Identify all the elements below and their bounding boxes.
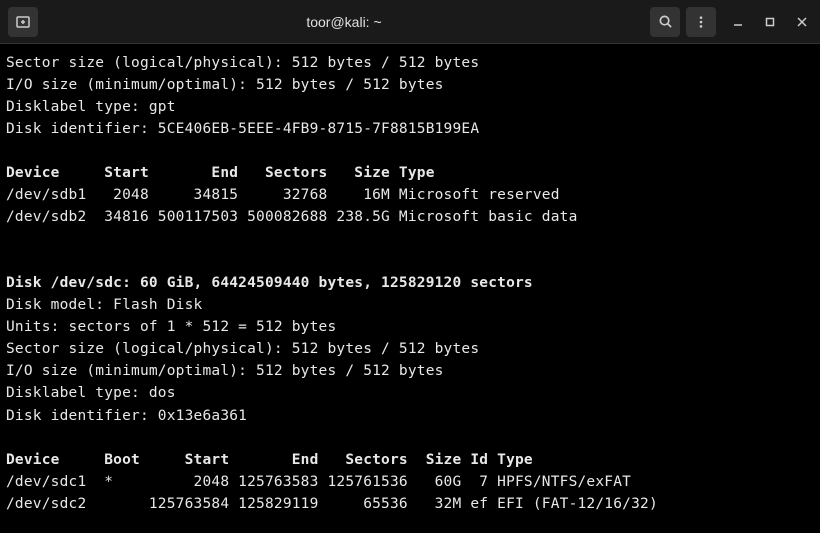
menu-button[interactable] <box>686 7 716 37</box>
titlebar-right <box>650 7 812 37</box>
disk2-model: Disk model: Flash Disk <box>6 294 814 316</box>
new-tab-icon <box>15 14 31 30</box>
minimize-icon <box>733 17 743 27</box>
disk1-table-header: Device Start End Sectors Size Type <box>6 162 814 184</box>
new-tab-button[interactable] <box>8 7 38 37</box>
disk2-table-header: Device Boot Start End Sectors Size Id Ty… <box>6 449 814 471</box>
window-titlebar: toor@kali: ~ <box>0 0 820 44</box>
disk2-partition-row: /dev/sdc1 * 2048 125763583 125761536 60G… <box>6 471 814 493</box>
disk1-partition-row: /dev/sdb2 34816 500117503 500082688 238.… <box>6 206 814 228</box>
maximize-icon <box>765 17 775 27</box>
disk1-partition-row: /dev/sdb1 2048 34815 32768 16M Microsoft… <box>6 184 814 206</box>
search-button[interactable] <box>650 7 680 37</box>
disk1-sector-size: Sector size (logical/physical): 512 byte… <box>6 52 814 74</box>
blank-line <box>6 250 814 272</box>
disk2-sector-size: Sector size (logical/physical): 512 byte… <box>6 338 814 360</box>
kebab-menu-icon <box>694 15 708 29</box>
disk2-units: Units: sectors of 1 * 512 = 512 bytes <box>6 316 814 338</box>
close-button[interactable] <box>792 12 812 32</box>
close-icon <box>797 17 807 27</box>
disk2-io-size: I/O size (minimum/optimal): 512 bytes / … <box>6 360 814 382</box>
window-title: toor@kali: ~ <box>38 14 650 30</box>
disk2-partition-row: /dev/sdc2 125763584 125829119 65536 32M … <box>6 493 814 515</box>
disk2-identifier: Disk identifier: 0x13e6a361 <box>6 405 814 427</box>
blank-line <box>6 228 814 250</box>
terminal-output[interactable]: Sector size (logical/physical): 512 byte… <box>0 44 820 523</box>
disk2-disklabel: Disklabel type: dos <box>6 382 814 404</box>
search-icon <box>658 14 673 29</box>
disk2-header: Disk /dev/sdc: 60 GiB, 64424509440 bytes… <box>6 272 814 294</box>
disk1-identifier: Disk identifier: 5CE406EB-5EEE-4FB9-8715… <box>6 118 814 140</box>
titlebar-left <box>8 7 38 37</box>
blank-line <box>6 427 814 449</box>
disk1-io-size: I/O size (minimum/optimal): 512 bytes / … <box>6 74 814 96</box>
minimize-button[interactable] <box>728 12 748 32</box>
disk1-disklabel: Disklabel type: gpt <box>6 96 814 118</box>
blank-line <box>6 140 814 162</box>
maximize-button[interactable] <box>760 12 780 32</box>
